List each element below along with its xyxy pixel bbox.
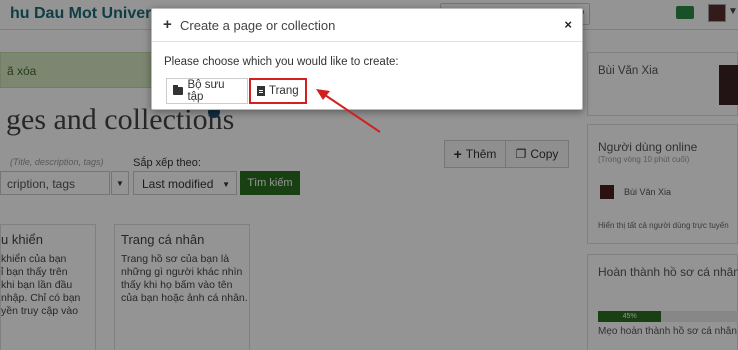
arrow-head bbox=[316, 89, 330, 100]
annotation-arrow bbox=[316, 89, 381, 133]
arrow-shaft bbox=[321, 92, 381, 133]
